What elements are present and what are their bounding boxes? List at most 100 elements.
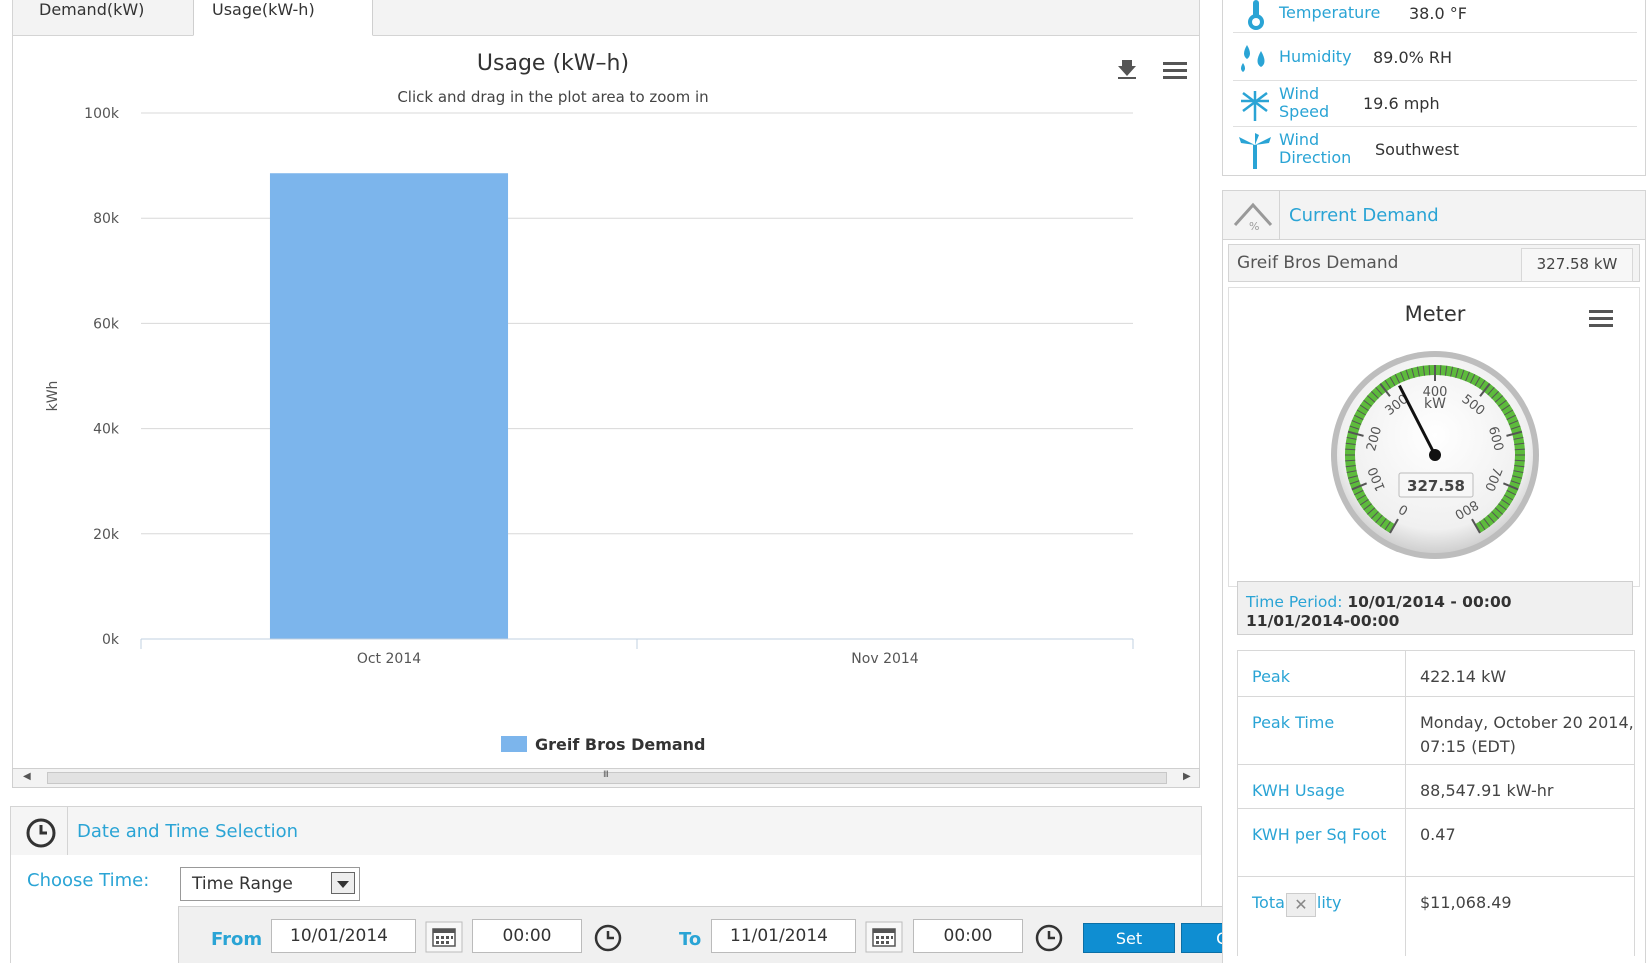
- chart-legend[interactable]: Greif Bros Demand: [501, 735, 706, 754]
- stats-label-kwh-per-sq-foot: KWH per Sq Foot: [1238, 809, 1406, 876]
- y-tick-label: 80k: [93, 211, 120, 227]
- from-clock-icon[interactable]: [589, 921, 627, 953]
- chart-title: Usage (kW–h): [477, 51, 629, 76]
- set-button[interactable]: Set: [1083, 923, 1175, 953]
- y-axis-label: kWh: [45, 381, 61, 412]
- time-range-value: Time Range: [192, 874, 293, 894]
- x-tick-label: Nov 2014: [851, 651, 918, 667]
- meter-panel: Meter 0 100 200 300 400 500 600 700 800 kW 327.5…: [1228, 287, 1640, 587]
- gauge-tick: [1428, 365, 1431, 376]
- to-label: To: [679, 929, 702, 950]
- stats-value-kwh-usage: 88,547.91 kW-hr: [1420, 781, 1554, 800]
- current-demand-title: Current Demand: [1289, 205, 1439, 226]
- humidity-drops-icon: [1241, 45, 1265, 72]
- gauge-pivot: [1429, 449, 1441, 461]
- weather-row-wind-speed: Wind Speed 19.6 mph: [1233, 81, 1637, 127]
- usage-chart[interactable]: Usage (kW–h) Click and drag in the plot …: [13, 36, 1201, 770]
- scroll-grip: III: [603, 770, 609, 780]
- demand-meter-value: 327.58 kW: [1521, 248, 1633, 282]
- meter-title: Meter: [1404, 302, 1466, 326]
- legend-label: Greif Bros Demand: [535, 735, 706, 754]
- from-calendar-icon[interactable]: [425, 921, 463, 953]
- to-date-input[interactable]: 11/01/2014: [711, 919, 856, 953]
- demand-meter-row: Greif Bros Demand 327.58 kW: [1228, 244, 1640, 282]
- clock-icon: [26, 818, 56, 848]
- demand-gauge: 0100200300 400 500600700800 kW 327.58: [1331, 351, 1539, 559]
- close-icon[interactable]: ✕: [1286, 893, 1316, 917]
- time-period-label: Time Period:: [1246, 593, 1343, 611]
- wind-speed-label-line2: Speed: [1279, 102, 1330, 121]
- to-clock-icon[interactable]: [1030, 921, 1068, 953]
- x-axis: Oct 2014 Nov 2014: [140, 638, 1134, 667]
- time-range-bar: From 10/01/2014 00:00 To 11/01/2014 00:0…: [178, 906, 1302, 963]
- time-period-end: 11/01/2014-00:00: [1246, 612, 1400, 630]
- gauge-value: 327.58: [1407, 477, 1465, 495]
- y-tick-label: 60k: [93, 316, 120, 332]
- wind-direction-value: Southwest: [1375, 140, 1460, 159]
- stats-row: KWH Usage 88,547.91 kW-hr: [1237, 764, 1635, 808]
- scroll-thumb[interactable]: III: [47, 770, 1167, 784]
- gauge-unit: kW: [1424, 396, 1446, 412]
- y-tick-label: 0k: [102, 632, 120, 648]
- stats-row: Peak Time Monday, October 20 2014, 07:15…: [1237, 696, 1635, 764]
- thermometer-icon: [1248, 0, 1264, 30]
- time-range-select[interactable]: Time Range: [180, 867, 360, 901]
- meter-menu-icon[interactable]: [1589, 308, 1615, 328]
- wind-direction-label-line1: Wind: [1279, 130, 1320, 149]
- temperature-value: 38.0 °F: [1409, 4, 1467, 23]
- gauge-tick: [1439, 365, 1442, 376]
- usage-chart-panel: Usage (kW–h) Click and drag in the plot …: [12, 36, 1200, 770]
- download-icon[interactable]: [1118, 60, 1136, 79]
- wind-direction-icon: [1239, 133, 1271, 169]
- x-tick-label: Oct 2014: [357, 651, 421, 667]
- stats-label-total-utility: Total Utility: [1238, 877, 1406, 956]
- gauge-tick: [1514, 448, 1525, 451]
- dropdown-arrow-icon[interactable]: [331, 872, 355, 894]
- from-time-input[interactable]: 00:00: [472, 919, 582, 953]
- date-time-title: Date and Time Selection: [77, 821, 299, 842]
- choose-time-label: Choose Time:: [27, 870, 150, 891]
- gauge-tick: [1345, 448, 1356, 451]
- stats-value-peak-time: Monday, October 20 2014, 07:15 (EDT): [1420, 713, 1634, 756]
- bar[interactable]: [269, 173, 509, 639]
- stats-row: KWH per Sq Foot 0.47: [1237, 808, 1635, 876]
- time-period-box: Time Period: 10/01/2014 - 00:00 11/01/20…: [1237, 581, 1633, 635]
- stats-value-total-utility: $11,068.49: [1420, 893, 1512, 912]
- chart-menu-icon[interactable]: [1163, 62, 1187, 79]
- stats-value-kwh-per-sq-foot: 0.47: [1420, 825, 1456, 844]
- y-tick-label: 100k: [84, 106, 120, 122]
- humidity-label: Humidity: [1279, 47, 1352, 66]
- wind-speed-value: 19.6 mph: [1363, 94, 1440, 113]
- wind-direction-label-line2: Direction: [1279, 148, 1352, 167]
- to-calendar-icon[interactable]: [865, 921, 903, 953]
- chart-subtitle: Click and drag in the plot area to zoom …: [397, 88, 708, 106]
- tab-demand[interactable]: Demand(kW): [21, 0, 196, 36]
- stats-label-peak: Peak: [1238, 651, 1406, 696]
- stats-label-kwh-usage: KWH Usage: [1238, 765, 1406, 808]
- y-tick-label: 20k: [93, 527, 120, 543]
- svg-text:%: %: [1249, 220, 1259, 233]
- scroll-left-icon[interactable]: ◀: [23, 771, 31, 782]
- weather-row-temperature: Temperature 38.0 °F: [1233, 0, 1637, 33]
- gauge-percent-icon: %: [1233, 202, 1273, 233]
- legend-swatch: [501, 736, 527, 752]
- from-label: From: [211, 929, 263, 950]
- chart-bars: [269, 173, 509, 639]
- wind-speed-label-line1: Wind: [1279, 84, 1320, 103]
- chart-tabs: Demand(kW) Usage(kW-h): [12, 0, 1200, 36]
- gauge-tick: [1514, 459, 1525, 462]
- scroll-right-icon[interactable]: ▶: [1183, 771, 1191, 782]
- current-demand-header: % Current Demand: [1222, 190, 1646, 241]
- time-period-start: 10/01/2014 - 00:00: [1347, 593, 1512, 611]
- demand-meter-name: Greif Bros Demand: [1237, 253, 1399, 273]
- stats-value-peak: 422.14 kW: [1420, 667, 1507, 686]
- temperature-label: Temperature: [1279, 3, 1381, 22]
- tab-usage[interactable]: Usage(kW-h): [193, 0, 373, 36]
- weather-row-wind-direction: Wind Direction Southwest: [1233, 127, 1637, 173]
- weather-panel: Temperature 38.0 °F Humidity 89.0% RH Wi…: [1222, 0, 1646, 176]
- weather-row-humidity: Humidity 89.0% RH: [1233, 35, 1637, 81]
- to-time-input[interactable]: 00:00: [913, 919, 1023, 953]
- horizontal-scrollbar[interactable]: ◀ III ▶: [12, 768, 1200, 788]
- y-axis-ticks: 0k 20k 40k 60k 80k 100k: [84, 106, 120, 648]
- from-date-input[interactable]: 10/01/2014: [271, 919, 416, 953]
